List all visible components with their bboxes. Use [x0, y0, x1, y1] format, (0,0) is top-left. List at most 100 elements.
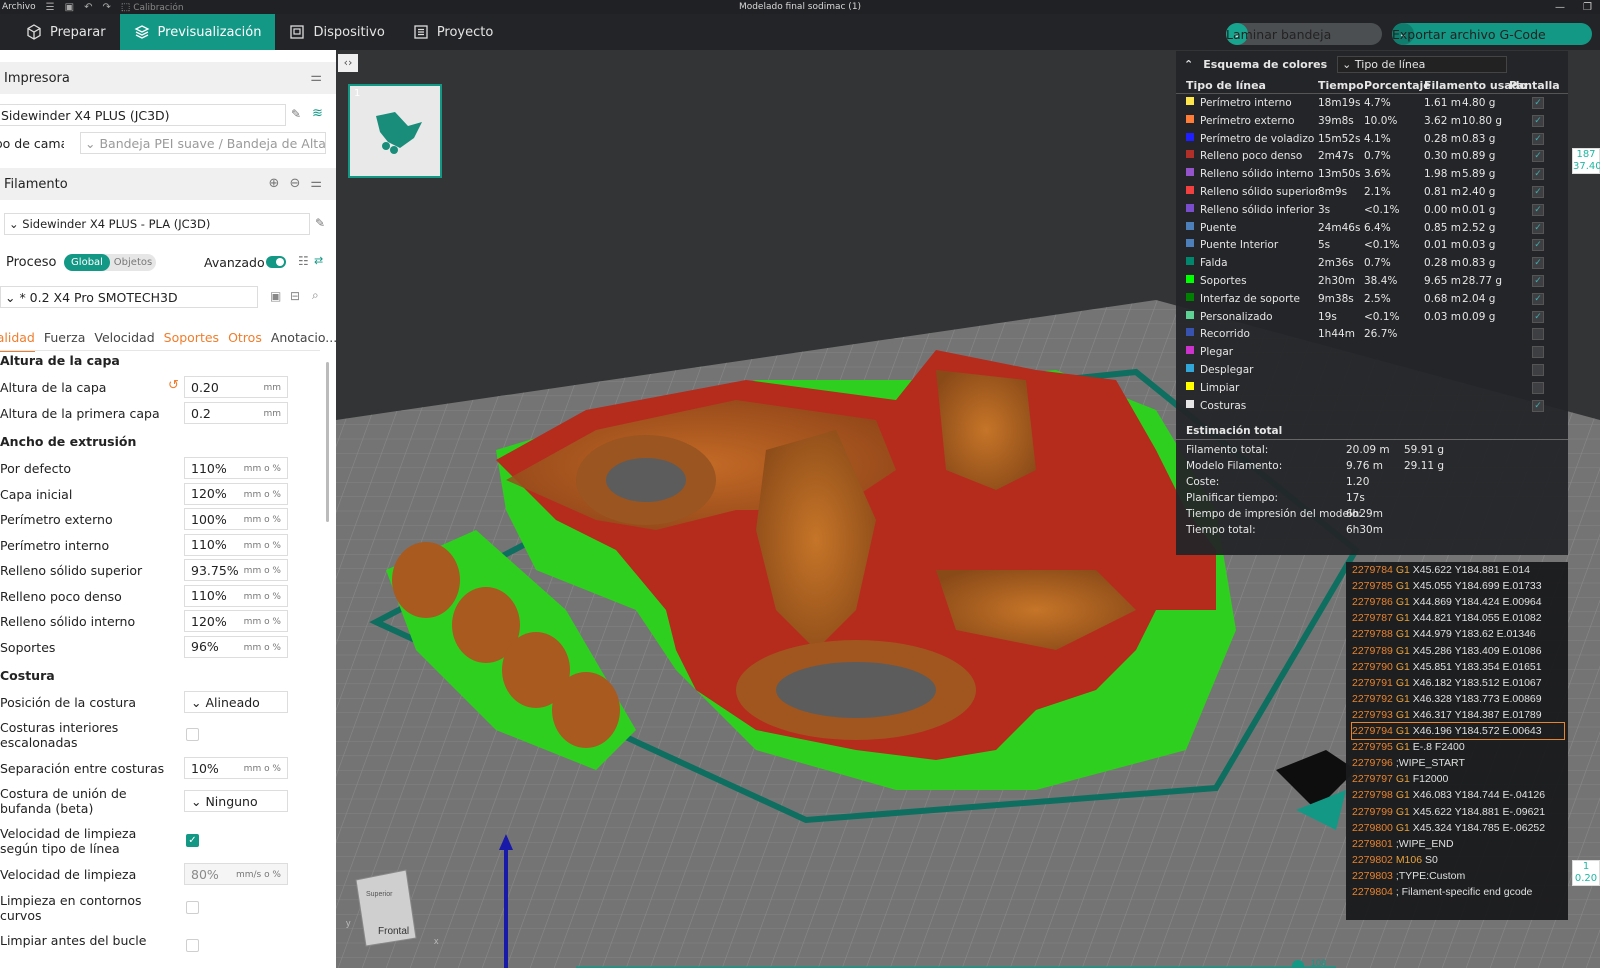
list-icon[interactable]: ☷	[298, 254, 309, 268]
save-preset-icon[interactable]: ▣	[270, 289, 281, 303]
visibility-checkbox[interactable]: ✓	[1532, 114, 1544, 127]
settings-scrollbar[interactable]	[326, 362, 329, 522]
export-gcode-button[interactable]: ⌄ Exportar archivo G-Code	[1392, 23, 1592, 45]
global-option[interactable]: Global	[64, 254, 110, 271]
tab-soportes[interactable]: Soportes	[164, 330, 219, 352]
delete-preset-icon[interactable]: ⊟	[290, 289, 300, 303]
tab-previsualizacion[interactable]: Previsualización	[119, 14, 276, 50]
visibility-checkbox[interactable]: ✓	[1532, 257, 1544, 270]
gcode-line[interactable]: 2279789 G1 X45.286 Y183.409 E.01086	[1352, 643, 1564, 659]
gcode-line[interactable]: 2279791 G1 X46.182 Y183.512 E.01067	[1352, 675, 1564, 691]
gcode-line[interactable]: 2279801 ;WIPE_END	[1352, 836, 1564, 852]
advanced-toggle[interactable]	[266, 256, 286, 268]
visibility-checkbox[interactable]	[1532, 381, 1544, 394]
global-objects-toggle[interactable]: Global Objetos	[64, 254, 156, 271]
visibility-checkbox[interactable]: ✓	[1532, 292, 1544, 305]
slice-plate-button[interactable]: ⌄ Laminar bandeja	[1226, 23, 1382, 45]
seam-gap-input[interactable]: 10% mm o %	[184, 757, 288, 779]
extrusion-input[interactable]: 96% mm o %	[184, 635, 288, 658]
bed-type-select[interactable]: ⌄ Bandeja PEI suave / Bandeja de Alta ..…	[80, 132, 326, 154]
gcode-line[interactable]: 2279784 G1 X45.622 Y184.881 E.014	[1352, 562, 1564, 578]
visibility-checkbox[interactable]	[1532, 328, 1544, 341]
layer-height-input[interactable]: 0.20 mm	[184, 376, 288, 398]
filament-select[interactable]: ⌄ Sidewinder X4 PLUS - PLA (JC3D)	[4, 213, 310, 235]
redo-icon[interactable]: ↷	[102, 2, 110, 13]
tab-preparar[interactable]: Preparar	[12, 14, 120, 50]
visibility-checkbox[interactable]: ✓	[1532, 203, 1544, 216]
visibility-checkbox[interactable]: ✓	[1532, 275, 1544, 287]
visibility-checkbox[interactable]: ✓	[1532, 186, 1544, 198]
edit-icon[interactable]: ✎	[315, 216, 325, 230]
scarf-seam-select[interactable]: ⌄ Ninguno	[184, 790, 288, 812]
gcode-line[interactable]: 2279785 G1 X45.055 Y184.699 E.01733	[1352, 578, 1564, 594]
gcode-line[interactable]: 2279786 G1 X44.869 Y184.424 E.00964	[1352, 594, 1564, 610]
extrusion-input[interactable]: 120% mm o %	[184, 610, 288, 632]
save-icon[interactable]: ▣	[65, 2, 74, 13]
visibility-checkbox[interactable]: ✓	[1532, 97, 1544, 109]
gcode-line[interactable]: 2279787 G1 X44.821 Y184.055 E.01082	[1352, 610, 1564, 626]
wipe-speed-line-checkbox[interactable]: ✓	[186, 834, 199, 847]
nav-cube-face[interactable]: Frontal	[378, 926, 409, 937]
tab-velocidad[interactable]: Velocidad	[94, 330, 154, 352]
gcode-line[interactable]: 2279800 G1 X45.324 Y184.785 E-.06252	[1352, 820, 1564, 836]
extrusion-input[interactable]: 93.75% mm o %	[184, 559, 288, 581]
visibility-checkbox[interactable]: ✓	[1532, 310, 1544, 323]
menu-archivo[interactable]: Archivo	[2, 2, 36, 12]
menu-calibration[interactable]: Calibración	[133, 3, 183, 13]
visibility-checkbox[interactable]	[1532, 346, 1544, 359]
extrusion-input[interactable]: 110% mm o %	[184, 533, 288, 556]
gcode-line[interactable]: 2279792 G1 X46.328 Y183.773 E.00869	[1352, 691, 1564, 707]
gcode-line[interactable]: 2279796 ;WIPE_START	[1352, 755, 1564, 771]
gcode-line[interactable]: 2279799 G1 X45.622 Y184.881 E-.09621	[1352, 804, 1564, 820]
process-preset-select[interactable]: ⌄ * 0.2 X4 Pro SMOTECH3D	[0, 286, 258, 308]
gcode-line[interactable]: 2279794 G1 X46.196 Y184.572 E.00643	[1351, 722, 1565, 740]
tab-anotaciones[interactable]: Anotacio...	[271, 330, 336, 352]
hamburger-icon[interactable]: ☰	[46, 2, 55, 13]
wipe-curved-checkbox[interactable]	[186, 901, 199, 914]
minimize-icon[interactable]: —	[1555, 2, 1565, 13]
gcode-line[interactable]: 2279788 G1 X44.979 Y183.62 E.01346	[1352, 626, 1564, 642]
undo-icon[interactable]: ↶	[84, 2, 92, 13]
sliders-icon[interactable]: ⚌	[310, 176, 322, 191]
maximize-icon[interactable]: ❐	[1583, 2, 1592, 13]
collapse-legend-icon[interactable]: ⌃	[1184, 58, 1193, 71]
plate-thumbnail[interactable]: 1	[348, 84, 442, 178]
add-filament-icon[interactable]: ⊕	[269, 176, 280, 191]
gcode-line[interactable]: 2279797 G1 F12000	[1352, 771, 1564, 787]
visibility-checkbox[interactable]: ✓	[1532, 168, 1544, 181]
tab-dispositivo[interactable]: Dispositivo	[275, 14, 398, 50]
gcode-line[interactable]: 2279798 G1 X46.083 Y184.744 E-.04126	[1352, 787, 1564, 803]
printer-select[interactable]: Sidewinder X4 PLUS (JC3D)	[0, 104, 286, 126]
extrusion-input[interactable]: 110% mm o %	[184, 457, 288, 479]
visibility-checkbox[interactable]: ✓	[1532, 132, 1544, 145]
extrusion-input[interactable]: 100% mm o %	[184, 508, 288, 530]
search-icon[interactable]: ⌕	[312, 288, 319, 303]
collapse-panel-icon[interactable]: ‹›	[338, 54, 358, 72]
compare-icon[interactable]: ⇄	[314, 254, 323, 267]
sliders-icon[interactable]: ⚌	[310, 70, 322, 85]
edit-icon[interactable]: ✎	[291, 107, 301, 121]
tab-fuerza[interactable]: Fuerza	[44, 330, 85, 352]
seam-position-select[interactable]: ⌄ Alineado	[184, 691, 288, 713]
remove-filament-icon[interactable]: ⊖	[289, 176, 300, 191]
visibility-checkbox[interactable]: ✓	[1532, 221, 1544, 234]
tab-proyecto[interactable]: Proyecto	[399, 14, 508, 50]
visibility-checkbox[interactable]	[1532, 364, 1544, 376]
gcode-line[interactable]: 2279795 G1 E-.8 F2400	[1352, 739, 1564, 755]
gcode-line[interactable]: 2279790 G1 X45.851 Y183.354 E.01651	[1352, 659, 1564, 675]
wipe-before-loop-checkbox[interactable]	[186, 939, 199, 952]
legend-type-select[interactable]: ⌄ Tipo de línea	[1337, 55, 1508, 73]
staggered-seams-checkbox[interactable]	[186, 728, 199, 741]
visibility-checkbox[interactable]: ✓	[1532, 239, 1544, 252]
first-layer-height-input[interactable]: 0.2 mm	[184, 402, 288, 424]
reset-icon[interactable]: ↺	[168, 378, 179, 393]
visibility-checkbox[interactable]: ✓	[1532, 399, 1544, 412]
nav-cube-top[interactable]: Superior	[366, 891, 393, 898]
gcode-line[interactable]: 2279793 G1 X46.317 Y184.387 E.01789	[1352, 707, 1564, 723]
tab-otros[interactable]: Otros	[228, 330, 262, 352]
tab-calidad[interactable]: Calidad	[0, 330, 35, 352]
wipe-speed-input[interactable]: 80% mm/s o %	[184, 863, 288, 885]
gcode-line[interactable]: 2279802 M106 S0	[1352, 852, 1564, 868]
gcode-viewer[interactable]: 2279784 G1 X45.622 Y184.881 E.014 2279785…	[1346, 562, 1568, 920]
objects-option[interactable]: Objetos	[112, 254, 154, 271]
